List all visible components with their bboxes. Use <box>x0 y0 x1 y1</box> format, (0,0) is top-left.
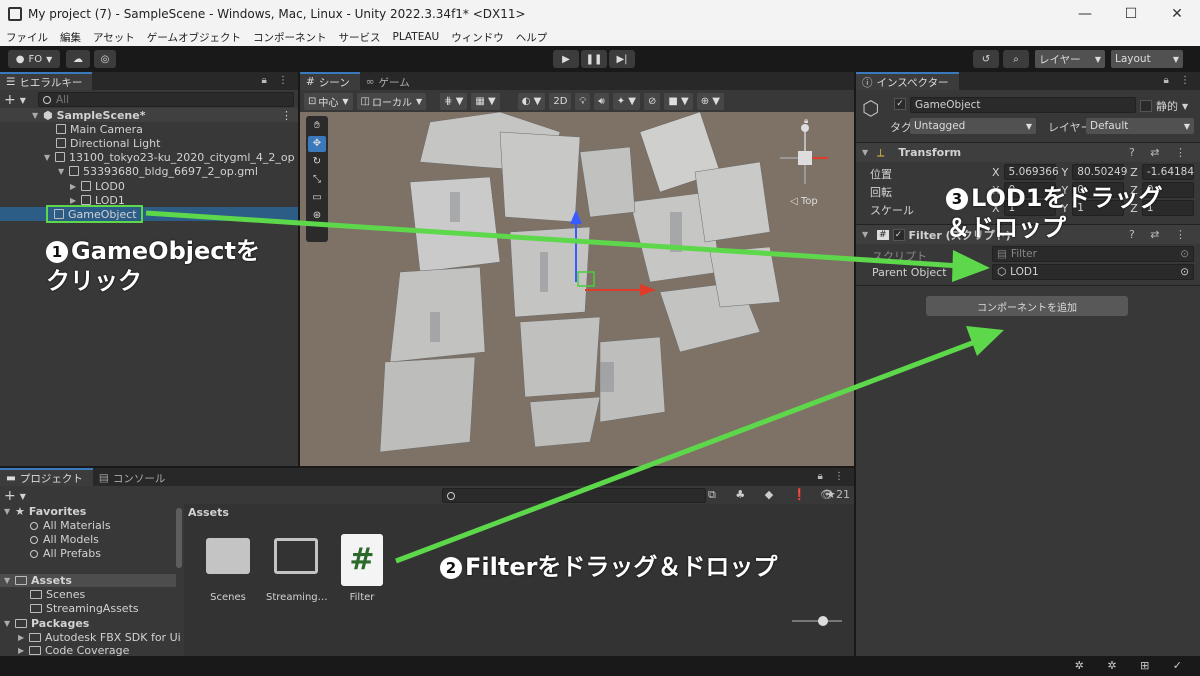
arrow-step1-head <box>952 250 990 282</box>
arrow-step1-line <box>145 210 961 269</box>
step1-line1: GameObjectを <box>71 237 260 265</box>
step3-number: 3 <box>946 188 968 210</box>
step2-number: 2 <box>440 557 462 579</box>
step1-line2: クリック <box>46 267 142 295</box>
annotation-step1: 1 GameObjectを クリック <box>46 236 260 296</box>
annotation-step2: 2 Filterをドラッグ＆ドロップ <box>440 552 777 582</box>
annotation-step3: 3 LOD1をドラッグ ＆ドロップ <box>946 183 1162 243</box>
arrow-step2-head <box>966 326 1004 356</box>
step3-line1: LOD1をドラッグ <box>971 184 1163 212</box>
arrow-step2-line <box>395 339 976 564</box>
step3-line2: ＆ドロップ <box>946 214 1066 242</box>
step2-text: Filterをドラッグ＆ドロップ <box>465 553 778 581</box>
step1-number: 1 <box>46 241 68 263</box>
